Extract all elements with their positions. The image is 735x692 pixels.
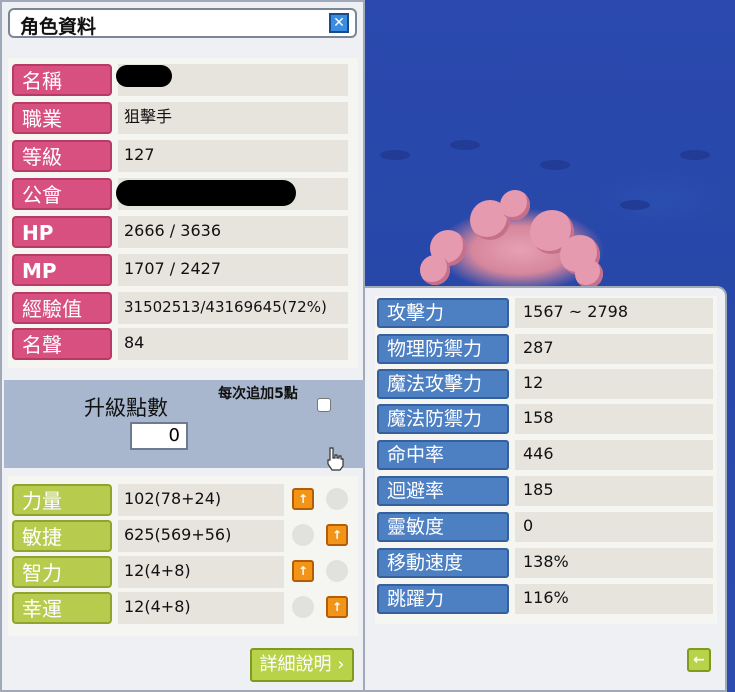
detail-label: 移動速度 bbox=[377, 548, 509, 578]
arrow-up-icon: ↑ bbox=[297, 564, 309, 578]
stat-value: 625(569+56) bbox=[118, 520, 284, 552]
info-label: 等級 bbox=[12, 140, 112, 172]
stat-label: 力量 bbox=[12, 484, 112, 516]
detail-label: 迴避率 bbox=[377, 476, 509, 506]
detail-value: 138% bbox=[515, 548, 713, 578]
info-value: 狙擊手 bbox=[118, 102, 348, 134]
coral bbox=[500, 190, 530, 220]
collapse-button[interactable]: ← bbox=[687, 648, 711, 672]
fish-shadow bbox=[450, 140, 480, 150]
detail-row: 靈敏度 0 bbox=[377, 510, 717, 542]
stat-value: 12(4+8) bbox=[118, 592, 284, 624]
info-label: HP bbox=[12, 216, 112, 248]
info-value: 31502513/43169645(72%) bbox=[118, 292, 348, 324]
luk-up-button[interactable]: ↑ bbox=[326, 596, 348, 618]
detail-label: 攻擊力 bbox=[377, 298, 509, 328]
window-title: 角色資料 bbox=[20, 16, 97, 38]
empty-slot bbox=[292, 596, 314, 618]
arrow-up-icon: ↑ bbox=[331, 528, 343, 542]
detail-label: 靈敏度 bbox=[377, 512, 509, 542]
info-row-hp: HP 2666 / 3636 bbox=[12, 214, 348, 248]
ability-points-value: 0 bbox=[130, 422, 188, 450]
detail-row: 移動速度 138% bbox=[377, 546, 717, 578]
detail-row: 跳躍力 116% bbox=[377, 582, 717, 614]
fish-shadow bbox=[540, 160, 570, 170]
stat-row-dex: 敏捷 625(569+56) ↑ bbox=[12, 518, 348, 552]
ability-points-label: 升級點數 bbox=[84, 396, 168, 420]
arrow-up-icon: ↑ bbox=[297, 492, 309, 506]
arrow-up-icon: ↑ bbox=[331, 600, 343, 614]
info-row-job: 職業 狙擊手 bbox=[12, 100, 348, 134]
ability-points-section: 升級點數 0 每次追加5點 bbox=[4, 380, 365, 468]
detail-label: 魔法防禦力 bbox=[377, 404, 509, 434]
detail-label: 物理防禦力 bbox=[377, 334, 509, 364]
detail-label: 命中率 bbox=[377, 440, 509, 470]
detail-label: 跳躍力 bbox=[377, 584, 509, 614]
str-up-button[interactable]: ↑ bbox=[292, 488, 314, 510]
detail-value: 0 bbox=[515, 512, 713, 542]
empty-slot bbox=[326, 488, 348, 510]
info-label: 職業 bbox=[12, 102, 112, 134]
coral bbox=[420, 255, 450, 285]
info-value: 84 bbox=[118, 328, 348, 360]
redacted-guild bbox=[116, 180, 296, 206]
info-label: 經驗值 bbox=[12, 292, 112, 324]
stat-row-int: 智力 12(4+8) ↑ bbox=[12, 554, 348, 588]
detail-row: 魔法攻擊力 12 bbox=[377, 367, 717, 399]
info-label: MP bbox=[12, 254, 112, 286]
coral bbox=[575, 260, 603, 288]
detail-row: 物理防禦力 287 bbox=[377, 332, 717, 364]
chevron-right-icon: › bbox=[337, 654, 345, 675]
detail-button[interactable]: 詳細說明 › bbox=[250, 648, 354, 682]
close-icon: ✕ bbox=[333, 15, 345, 31]
detail-value: 116% bbox=[515, 584, 713, 614]
fish-shadow bbox=[680, 150, 710, 160]
detail-row: 命中率 446 bbox=[377, 438, 717, 470]
redacted-name bbox=[116, 65, 172, 87]
dex-up-button[interactable]: ↑ bbox=[326, 524, 348, 546]
stat-label: 智力 bbox=[12, 556, 112, 588]
add-five-checkbox[interactable] bbox=[317, 398, 331, 412]
info-row-name: 名稱 bbox=[12, 62, 348, 96]
arrow-left-icon: ← bbox=[693, 652, 705, 668]
stat-row-str: 力量 102(78+24) ↑ bbox=[12, 482, 348, 516]
window-title-bar[interactable]: 角色資料 ✕ bbox=[8, 8, 357, 38]
info-label: 名稱 bbox=[12, 64, 112, 96]
detail-value: 12 bbox=[515, 369, 713, 399]
detail-label: 魔法攻擊力 bbox=[377, 369, 509, 399]
info-row-mp: MP 1707 / 2427 bbox=[12, 252, 348, 286]
info-label: 名聲 bbox=[12, 328, 112, 360]
info-row-fame: 名聲 84 bbox=[12, 326, 348, 360]
close-button[interactable]: ✕ bbox=[329, 13, 349, 33]
info-value: 127 bbox=[118, 140, 348, 172]
info-value: 1707 / 2427 bbox=[118, 254, 348, 286]
info-value: 2666 / 3636 bbox=[118, 216, 348, 248]
detail-row: 魔法防禦力 158 bbox=[377, 402, 717, 434]
detail-value: 287 bbox=[515, 334, 713, 364]
stat-value: 12(4+8) bbox=[118, 556, 284, 588]
fish-shadow bbox=[620, 200, 650, 210]
detail-row: 迴避率 185 bbox=[377, 474, 717, 506]
empty-slot bbox=[292, 524, 314, 546]
detail-value: 158 bbox=[515, 404, 713, 434]
stat-row-luk: 幸運 12(4+8) ↑ bbox=[12, 590, 348, 624]
detail-value: 446 bbox=[515, 440, 713, 470]
detail-row: 攻擊力 1567 ~ 2798 bbox=[377, 296, 717, 328]
info-row-level: 等級 127 bbox=[12, 138, 348, 172]
info-label: 公會 bbox=[12, 178, 112, 210]
add-five-label: 每次追加5點 bbox=[218, 386, 298, 402]
info-row-exp: 經驗值 31502513/43169645(72%) bbox=[12, 290, 348, 324]
stat-value: 102(78+24) bbox=[118, 484, 284, 516]
detail-value: 1567 ~ 2798 bbox=[515, 298, 713, 328]
detail-button-label: 詳細說明 bbox=[259, 654, 332, 675]
hand-cursor-icon bbox=[327, 447, 344, 471]
stat-label: 幸運 bbox=[12, 592, 112, 624]
empty-slot bbox=[326, 560, 348, 582]
character-info-window: 角色資料 ✕ 名稱 職業 狙擊手 等級 127 公會 HP 2666 / 363… bbox=[0, 0, 365, 692]
fish-shadow bbox=[380, 150, 410, 160]
detail-value: 185 bbox=[515, 476, 713, 506]
int-up-button[interactable]: ↑ bbox=[292, 560, 314, 582]
stat-label: 敏捷 bbox=[12, 520, 112, 552]
